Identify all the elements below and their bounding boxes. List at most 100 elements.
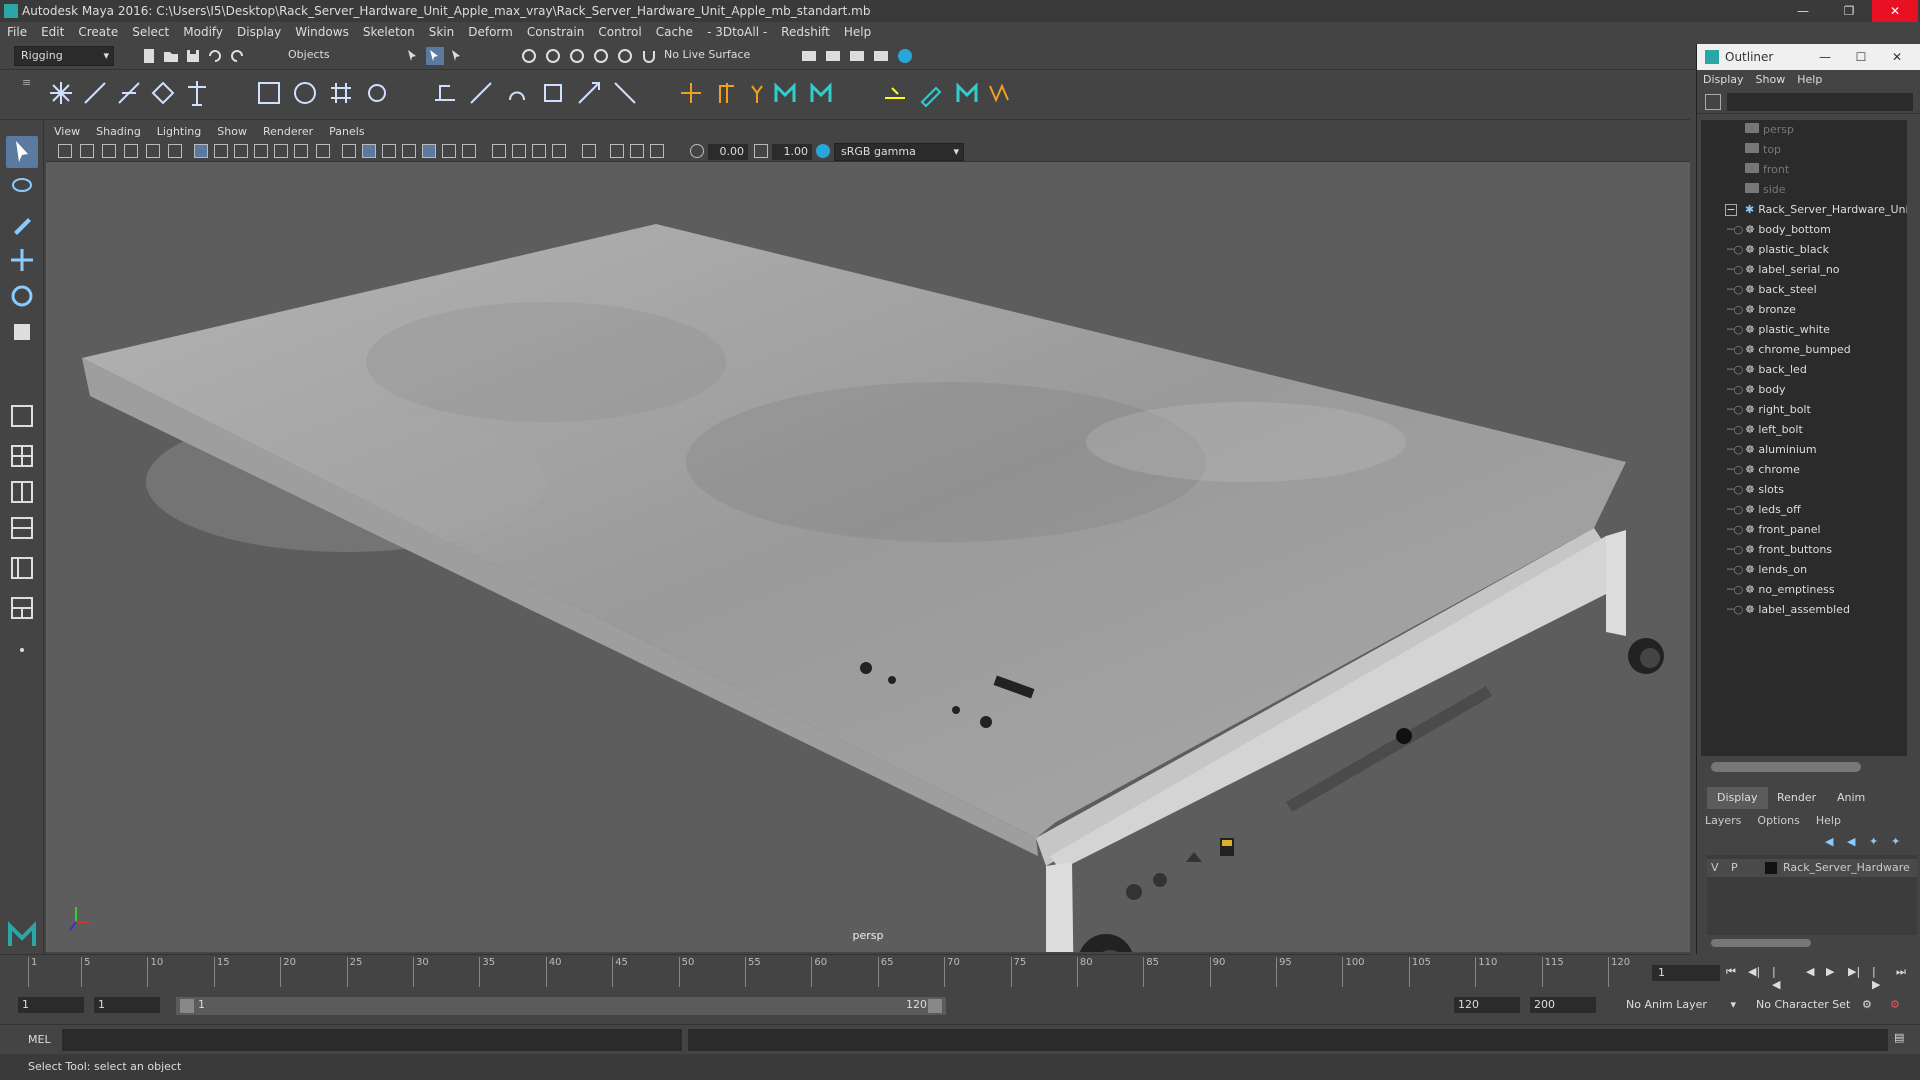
select-tool-icon[interactable] <box>6 136 38 168</box>
ipr-render-icon[interactable] <box>848 47 866 65</box>
step-back-icon[interactable]: ◀| <box>1748 965 1760 978</box>
range-end-handle[interactable] <box>928 999 942 1013</box>
layer-menu-options[interactable]: Options <box>1749 811 1807 831</box>
go-to-end-icon[interactable]: ⏭ <box>1896 965 1906 979</box>
list-item[interactable]: ─○ ☸ bronze <box>1701 300 1907 320</box>
close-button[interactable]: ✕ <box>1872 0 1918 22</box>
layer-playback-toggle[interactable]: P <box>1731 859 1738 877</box>
menu-redshift[interactable]: Redshift <box>774 22 837 42</box>
layout-options-icon[interactable] <box>6 634 38 666</box>
menu-control[interactable]: Control <box>591 22 648 42</box>
gate-mask-icon[interactable] <box>254 144 268 158</box>
menu-modify[interactable]: Modify <box>176 22 230 42</box>
menu-skeleton[interactable]: Skeleton <box>356 22 422 42</box>
outliner-search-input[interactable] <box>1727 93 1913 111</box>
maya-hik-control-icon[interactable] <box>806 78 836 108</box>
scale-constraint-icon[interactable] <box>538 78 568 108</box>
snap-grid-icon[interactable] <box>520 47 538 65</box>
hik-icon[interactable] <box>742 78 772 108</box>
persp-graph-layout-icon[interactable] <box>6 552 38 584</box>
playback-start-field[interactable]: 1 <box>94 997 160 1013</box>
lattice-icon[interactable] <box>326 78 356 108</box>
menu-skin[interactable]: Skin <box>422 22 462 42</box>
smooth-shade-icon[interactable] <box>362 144 376 158</box>
wireframe-on-shaded-icon[interactable] <box>402 144 416 158</box>
select-component-icon[interactable] <box>448 47 466 65</box>
panel-menu-show[interactable]: Show <box>209 122 255 142</box>
play-back-icon[interactable]: ◀ <box>1806 965 1814 978</box>
minimize-button[interactable]: — <box>1807 44 1843 70</box>
mirror-joint-icon[interactable] <box>148 78 178 108</box>
list-item[interactable]: side <box>1701 180 1907 200</box>
cluster-icon[interactable] <box>362 78 392 108</box>
menu-help[interactable]: Help <box>837 22 878 42</box>
camera-attributes-icon[interactable] <box>80 144 94 158</box>
list-item[interactable]: − ✱ Rack_Server_Hardware_Unit_ <box>1701 200 1907 220</box>
xray-icon[interactable] <box>610 144 624 158</box>
aim-constraint-icon[interactable] <box>574 78 604 108</box>
new-scene-icon[interactable] <box>140 47 158 65</box>
new-layer-icon[interactable]: ✦ <box>1869 835 1878 848</box>
selection-mode-dropdown[interactable]: Objects <box>282 46 382 66</box>
two-d-pan-zoom-icon[interactable] <box>146 144 160 158</box>
render-settings-icon[interactable] <box>872 47 890 65</box>
move-layer-down-icon[interactable]: ◀ <box>1847 835 1855 848</box>
layer-name[interactable]: Rack_Server_Hardware <box>1783 859 1910 877</box>
list-item[interactable]: ─○ ☸ slots <box>1701 480 1907 500</box>
rack-server-model[interactable] <box>46 162 1690 952</box>
render-frame-icon[interactable] <box>824 47 842 65</box>
xray-joints-icon[interactable] <box>650 144 664 158</box>
undo-icon[interactable] <box>206 47 224 65</box>
lasso-tool-icon[interactable] <box>6 172 38 204</box>
outliner-list[interactable]: persp top front side − ✱ Rack_Server_Hardw… <box>1701 120 1907 756</box>
time-slider[interactable]: 1 5 10 15 20 25 30 35 40 45 50 55 60 65 70 75 80 85 90 95 10… <box>0 954 1906 991</box>
panel-menu-renderer[interactable]: Renderer <box>255 122 321 142</box>
ik-fk-icon[interactable] <box>712 78 742 108</box>
safe-title-icon[interactable] <box>316 144 330 158</box>
menu-file[interactable]: File <box>0 22 34 42</box>
use-all-lights-icon[interactable] <box>442 144 456 158</box>
select-hierarchy-icon[interactable] <box>404 47 422 65</box>
bind-skin-icon[interactable] <box>254 78 284 108</box>
range-start-handle[interactable] <box>180 999 194 1013</box>
rotate-tool-icon[interactable] <box>6 280 38 312</box>
save-scene-icon[interactable] <box>184 47 202 65</box>
step-forward-key-icon[interactable]: ▶| <box>1848 965 1860 978</box>
layer-horizontal-scrollbar[interactable] <box>1711 939 1811 947</box>
ik-handle-icon[interactable] <box>80 78 110 108</box>
list-item[interactable]: ─○ ☸ plastic_black <box>1701 240 1907 260</box>
list-item[interactable]: ─○ ☸ label_serial_no <box>1701 260 1907 280</box>
panel-menu-shading[interactable]: Shading <box>88 122 149 142</box>
play-forward-icon[interactable]: ▶ <box>1826 965 1834 978</box>
menu-windows[interactable]: Windows <box>288 22 356 42</box>
list-item[interactable]: ─○ ☸ plastic_white <box>1701 320 1907 340</box>
list-item[interactable]: ─○ ☸ front_buttons <box>1701 540 1907 560</box>
gamma-field[interactable]: 1.00 <box>772 144 812 160</box>
menu-create[interactable]: Create <box>71 22 125 42</box>
side-by-side-layout-icon[interactable] <box>6 476 38 508</box>
command-language-label[interactable]: MEL <box>28 1033 51 1046</box>
paint-select-tool-icon[interactable] <box>6 208 38 240</box>
live-surface-field[interactable]: No Live Surface <box>658 46 768 66</box>
grease-pencil-icon[interactable] <box>168 144 182 158</box>
resolution-gate-icon[interactable] <box>234 144 248 158</box>
shelf-options-icon[interactable]: ≡ <box>22 76 32 112</box>
orient-joint-icon[interactable] <box>182 78 212 108</box>
move-tool-icon[interactable] <box>6 244 38 276</box>
shadows-icon[interactable] <box>462 144 476 158</box>
list-item[interactable]: ─○ ☸ lends_on <box>1701 560 1907 580</box>
viewport-persp[interactable]: persp <box>46 162 1690 952</box>
gamma-icon[interactable] <box>754 144 768 158</box>
snap-magnet-icon[interactable] <box>640 47 658 65</box>
screen-space-ao-icon[interactable] <box>492 144 506 158</box>
range-bar[interactable]: 1 120 <box>176 997 946 1015</box>
snap-curve-icon[interactable] <box>544 47 562 65</box>
panel-menu-view[interactable]: View <box>46 122 88 142</box>
menu-edit[interactable]: Edit <box>34 22 71 42</box>
menu-deform[interactable]: Deform <box>461 22 520 42</box>
field-chart-icon[interactable] <box>274 144 288 158</box>
anim-layer-dropdown[interactable]: No Anim Layer ▾ <box>1620 996 1740 1016</box>
time-ruler[interactable]: 1 5 10 15 20 25 30 35 40 45 50 55 60 65 70 75 80 85 90 95 10… <box>28 955 1644 991</box>
tab-render[interactable]: Render <box>1767 787 1826 809</box>
paint-weights-icon[interactable] <box>916 78 946 108</box>
